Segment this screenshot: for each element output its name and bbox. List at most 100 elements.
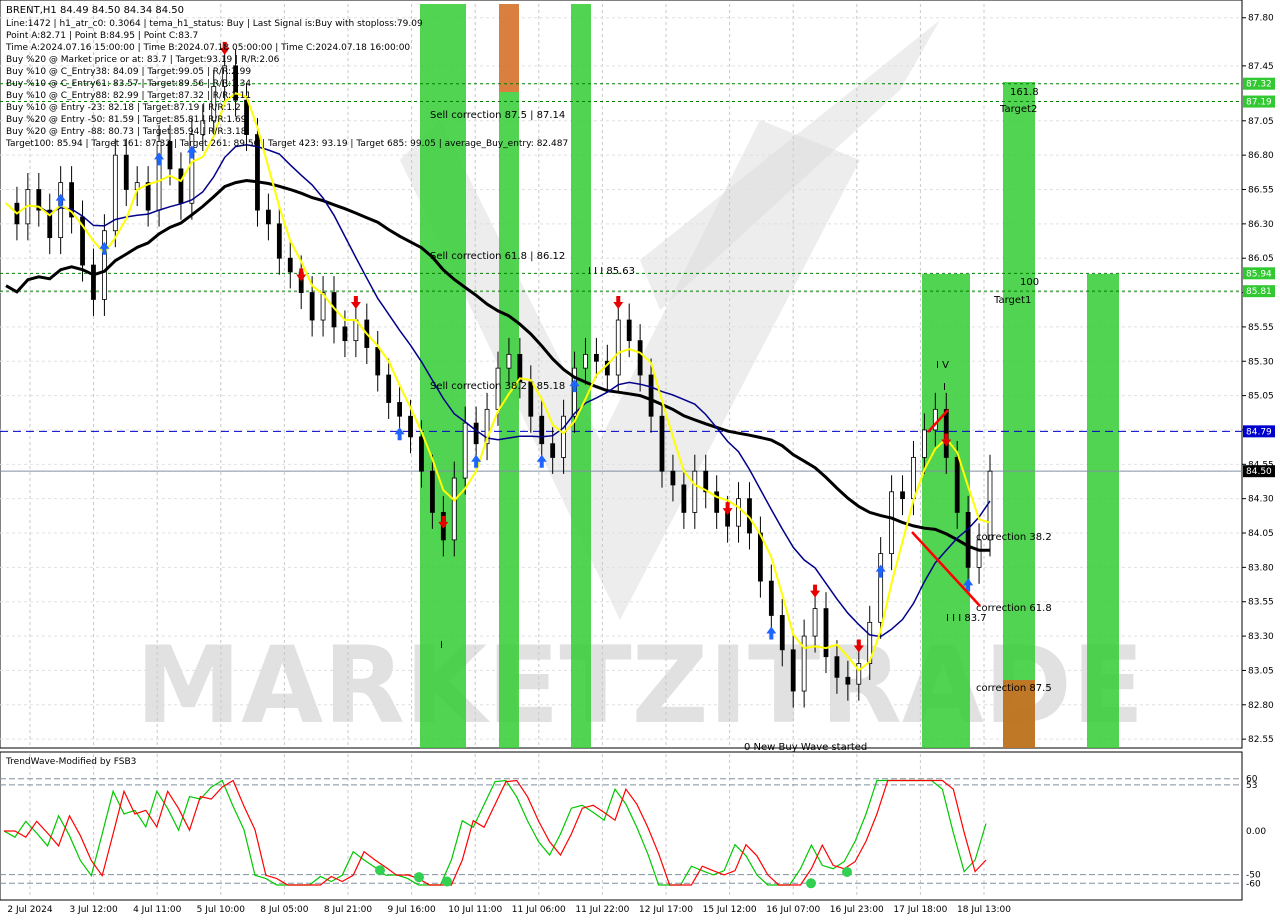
correction-618-label: correction 61.8 — [976, 603, 1052, 614]
candle-body — [561, 415, 566, 458]
zone-bar — [499, 4, 519, 92]
candle-body — [758, 532, 763, 582]
candle-body — [889, 491, 894, 555]
target2-label: Target2 — [999, 104, 1037, 115]
candle-body — [408, 415, 413, 438]
x-tick-label: 9 Jul 16:00 — [387, 905, 436, 915]
osc-signal-dot — [375, 865, 385, 876]
price-tag-label: 84.50 — [1246, 467, 1272, 477]
x-tick-label: 15 Jul 12:00 — [703, 905, 757, 915]
indicator-panel — [0, 751, 1243, 901]
price-tag-label: 87.19 — [1246, 98, 1272, 108]
candle-body — [594, 353, 599, 362]
candle-body — [801, 635, 807, 692]
x-tick-label: 10 Jul 11:00 — [448, 905, 502, 915]
wave-iv-label: I V — [936, 360, 949, 371]
sell-correction-382: Sell correction 38.2 | 85.18 — [430, 381, 565, 392]
x-tick-label: 2 Jul 2024 — [7, 905, 52, 915]
candle-body — [615, 319, 621, 376]
time-axis: 2 Jul 2024 3 Jul 12:00 4 Jul 11:00 5 Jul 10… — [7, 905, 1011, 915]
info-line: Buy %20 @ Market price or at: 83.7 | Tar… — [6, 55, 280, 65]
y-tick-label: 84.30 — [1248, 495, 1274, 505]
candle-body — [375, 347, 381, 376]
info-line: Time A:2024.07.16 15:00:00 | Time B:2024… — [5, 43, 410, 53]
candle-body — [954, 457, 960, 513]
info-line: Point A:82.71 | Point B:84.95 | Point C:… — [6, 31, 198, 41]
candle-body — [539, 415, 545, 445]
zone-bar — [499, 92, 519, 748]
osc-signal-dot — [414, 872, 424, 883]
candle-body — [845, 676, 851, 685]
info-line: Buy %10 @ C_Entry88: 82.99 | Target:87.3… — [6, 91, 251, 101]
info-line: Buy %20 @ Entry -88: 80.73 | Target:85.9… — [6, 127, 247, 137]
candle-body — [736, 498, 741, 527]
candle-body — [419, 436, 424, 472]
price-tag-label: 85.94 — [1246, 269, 1272, 279]
candle-body — [856, 663, 862, 685]
x-tick-label: 8 Jul 21:00 — [324, 905, 373, 915]
candle-body — [145, 182, 151, 211]
osc-signal-dot — [842, 866, 852, 877]
candle-body — [265, 209, 271, 225]
price-tag-label: 85.81 — [1246, 287, 1272, 297]
candle-body — [473, 422, 479, 445]
candle-body — [987, 470, 993, 541]
correction-875-label: correction 87.5 — [976, 683, 1052, 694]
candle-body — [58, 182, 64, 238]
info-line: Buy %10 @ Entry -23: 82.18 | Target:87.1… — [6, 103, 241, 113]
oscillator-axis: 60530.00-50-60 — [1246, 775, 1266, 890]
candle-body — [823, 608, 829, 658]
price-axis: 87.8087.4587.0586.8086.5586.3086.0585.80… — [1242, 14, 1274, 745]
y-tick-label: 83.80 — [1248, 563, 1274, 573]
y-tick-label: 83.30 — [1248, 632, 1274, 642]
info-line: Line:1472 | h1_atr_c0: 0.3064 | tema_h1_… — [6, 19, 423, 29]
info-line: Buy %10 @ C_Entry38: 84.09 | Target:99.0… — [6, 67, 251, 77]
zone-bar — [1087, 274, 1119, 748]
x-tick-label: 3 Jul 12:00 — [69, 905, 118, 915]
candle-body — [626, 319, 632, 342]
price-tag-label: 87.32 — [1246, 80, 1272, 90]
new-wave-label: 0 New Buy Wave started — [744, 742, 867, 753]
candle-body — [659, 415, 665, 472]
sell-correction-875: Sell correction 87.5 | 87.14 — [430, 110, 565, 121]
candle-body — [670, 470, 676, 486]
price-tags: 87.32 87.19 85.94 85.81 84.79 84.50 — [1243, 77, 1275, 478]
candle-body — [123, 154, 129, 190]
candle-body — [812, 608, 818, 637]
candle-body — [637, 340, 643, 376]
y-tick-label: 86.55 — [1248, 186, 1274, 196]
candle-body — [976, 539, 982, 568]
y-tick-label: 86.30 — [1248, 220, 1274, 230]
x-tick-label: 16 Jul 07:00 — [766, 905, 820, 915]
candle-body — [429, 470, 435, 513]
target1-number: 100 — [1020, 277, 1039, 288]
osc-tick-label: 53 — [1246, 781, 1257, 791]
osc-signal-dot — [806, 878, 816, 889]
candle-body — [692, 470, 698, 513]
price-tag-label: 84.79 — [1246, 427, 1272, 437]
y-tick-label: 87.05 — [1248, 117, 1274, 127]
info-line: Target100: 85.94 | Target 161: 87.32 | T… — [5, 139, 568, 149]
point-iii-label: I I I 83.7 — [946, 613, 987, 624]
y-tick-label: 83.55 — [1248, 598, 1274, 608]
osc-tick-label: -60 — [1246, 879, 1261, 889]
candle-body — [451, 477, 457, 541]
candle-body — [91, 264, 96, 300]
candle-body — [790, 649, 796, 692]
candle-body — [834, 656, 840, 678]
candle-body — [681, 484, 687, 513]
y-tick-label: 82.55 — [1248, 735, 1274, 745]
candle-body — [462, 422, 468, 479]
candle-body — [156, 141, 162, 211]
candle-body — [506, 353, 512, 369]
x-tick-label: 16 Jul 23:00 — [830, 905, 884, 915]
candle-body — [287, 257, 293, 273]
candle-body — [965, 512, 971, 568]
candle-body — [779, 615, 785, 651]
candle-body — [911, 457, 916, 500]
x-tick-label: 4 Jul 11:00 — [133, 905, 182, 915]
x-tick-label: 17 Jul 18:00 — [893, 905, 947, 915]
zone-bar — [1003, 82, 1035, 748]
x-tick-label: 5 Jul 10:00 — [197, 905, 246, 915]
candle-body — [583, 353, 588, 369]
